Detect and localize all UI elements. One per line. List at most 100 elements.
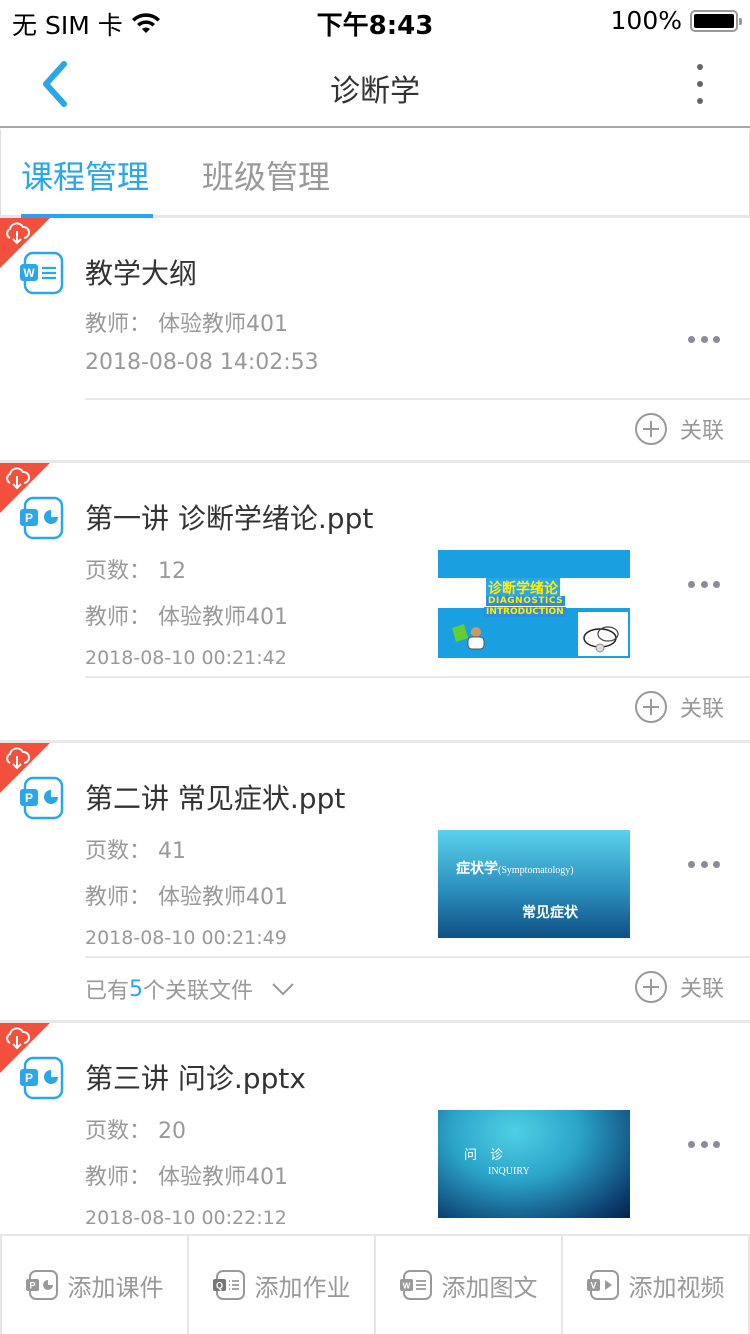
battery-fill [694, 13, 734, 28]
add-video-label: 添加视频 [628, 1273, 725, 1302]
thumb-line1-cn: 症状学 [456, 861, 498, 877]
dot [713, 861, 720, 868]
add-video-button[interactable]: V 添加视频 [561, 1236, 750, 1334]
related-prefix: 已有 [85, 979, 130, 1004]
list-item[interactable]: P 第二讲 常见症状.ppt 页数： 41 教师： 体验教师401 2018-0… [0, 743, 750, 1023]
thumb-line2: INQUIRY [488, 1166, 530, 1177]
item-teacher: 教师： 体验教师401 [85, 605, 288, 630]
ppt-file-icon: P [20, 776, 64, 820]
battery-percent: 100% [610, 6, 682, 35]
dot [713, 581, 720, 588]
stethoscope-image [578, 612, 628, 656]
item-pages: 页数： 20 [85, 1119, 186, 1144]
more-menu-button[interactable] [690, 64, 710, 104]
add-homework-label: 添加作业 [254, 1273, 351, 1302]
related-files-toggle[interactable]: 已有 5 个关联文件 [85, 973, 295, 1005]
list-item[interactable]: P 第三讲 问诊.pptx 页数： 20 教师： 体验教师401 2018-08… [0, 1023, 750, 1243]
dot [697, 81, 703, 87]
link-button[interactable]: 关联 [634, 970, 724, 1004]
link-label: 关联 [679, 977, 724, 1002]
list-item[interactable]: P 第一讲 诊断学绪论.ppt 页数： 12 教师： 体验教师401 2018-… [0, 463, 750, 743]
dot [700, 861, 708, 868]
svg-text:P: P [25, 1071, 33, 1085]
thumb-line1: 问 诊 [464, 1147, 504, 1162]
dot [700, 581, 708, 588]
related-suffix: 个关联文件 [143, 979, 254, 1004]
stethoscope-icon [583, 626, 619, 653]
slide-thumbnail[interactable]: 问 诊 INQUIRY [438, 1110, 630, 1218]
status-right: 100% [610, 6, 742, 35]
item-datetime: 2018-08-10 00:21:49 [85, 927, 287, 949]
link-button[interactable]: 关联 [634, 690, 724, 724]
item-teacher: 教师： 体验教师401 [85, 1165, 288, 1190]
battery-icon [690, 9, 742, 32]
link-label: 关联 [679, 419, 724, 444]
slide-thumbnail[interactable]: 症状学(Symptomatology) 常见症状 [438, 830, 630, 938]
link-label: 关联 [679, 697, 724, 722]
add-courseware-label: 添加课件 [67, 1273, 164, 1302]
svg-text:P: P [25, 791, 33, 805]
nav-bar: 诊断学 [0, 40, 750, 128]
cloud-download-icon [6, 467, 30, 490]
thumb-title-cn: 诊断学绪论 [486, 578, 560, 598]
svg-text:W: W [402, 1282, 410, 1291]
item-more-button[interactable] [688, 1141, 720, 1149]
dot [700, 336, 708, 343]
divider [85, 956, 750, 958]
svg-text:Q: Q [215, 1281, 222, 1291]
page-title: 诊断学 [330, 74, 420, 109]
video-icon: V [586, 1270, 619, 1300]
item-more-button[interactable] [688, 581, 720, 589]
add-article-button[interactable]: W 添加图文 [374, 1236, 561, 1334]
slide-thumbnail[interactable]: 诊断学绪论 DIAGNOSTICS INTRODUCTION [438, 550, 630, 658]
dot [697, 64, 703, 70]
chevron-down-icon [272, 983, 294, 996]
ppt-file-icon: P [20, 496, 64, 540]
dot [688, 1141, 695, 1148]
add-courseware-button[interactable]: P 添加课件 [0, 1236, 187, 1334]
dot [688, 861, 695, 868]
cloud-download-icon [6, 222, 30, 245]
item-more-button[interactable] [688, 336, 720, 344]
svg-text:P: P [29, 1281, 35, 1291]
tab-class-management[interactable]: 班级管理 [202, 152, 330, 198]
cloud-download-icon [6, 747, 30, 770]
thumb-line1-en: (Symptomatology) [498, 865, 574, 876]
dot [697, 98, 703, 104]
quiz-icon: Q [212, 1270, 245, 1300]
divider [85, 676, 750, 678]
list-item[interactable]: W 教学大纲 教师： 体验教师401 2018-08-08 14:02:53 关… [0, 218, 750, 463]
cloud-download-icon [6, 1027, 30, 1050]
tab-course-management[interactable]: 课程管理 [21, 152, 149, 198]
item-title[interactable]: 教学大纲 [85, 252, 197, 292]
item-more-button[interactable] [688, 861, 720, 869]
item-teacher: 教师： 体验教师401 [85, 885, 288, 910]
svg-text:V: V [590, 1281, 596, 1291]
tab-bar: 课程管理 班级管理 [0, 130, 750, 218]
ppt-icon: P [25, 1270, 58, 1300]
plus-circle-icon [634, 971, 667, 1003]
divider [85, 398, 750, 400]
thumb-line1: DIAGNOSTICS [486, 596, 566, 606]
item-title[interactable]: 第一讲 诊断学绪论.ppt [85, 497, 373, 537]
link-button[interactable]: 关联 [634, 412, 724, 446]
add-homework-button[interactable]: Q 添加作业 [187, 1236, 374, 1334]
item-pages: 页数： 12 [85, 559, 186, 584]
plus-circle-icon [634, 413, 667, 445]
add-article-label: 添加图文 [441, 1273, 538, 1302]
item-datetime: 2018-08-10 00:21:42 [85, 647, 287, 669]
item-title[interactable]: 第三讲 问诊.pptx [85, 1057, 306, 1097]
thumb-line1: 症状学(Symptomatology) [456, 858, 574, 878]
related-count: 5 [129, 976, 144, 1002]
status-bar: 无 SIM 卡 下午8:43 100% [0, 0, 750, 41]
svg-text:P: P [25, 511, 33, 525]
svg-text:W: W [23, 266, 35, 280]
item-datetime: 2018-08-10 00:22:12 [85, 1207, 287, 1229]
item-title[interactable]: 第二讲 常见症状.ppt [85, 777, 345, 817]
item-teacher: 教师： 体验教师401 [85, 312, 288, 337]
bottom-toolbar: P 添加课件 Q 添加作业 W 添加图文 V 添加视频 [0, 1234, 750, 1334]
dot [688, 581, 695, 588]
plus-circle-icon [634, 691, 667, 723]
dot [713, 336, 720, 343]
item-pages: 页数： 41 [85, 839, 186, 864]
